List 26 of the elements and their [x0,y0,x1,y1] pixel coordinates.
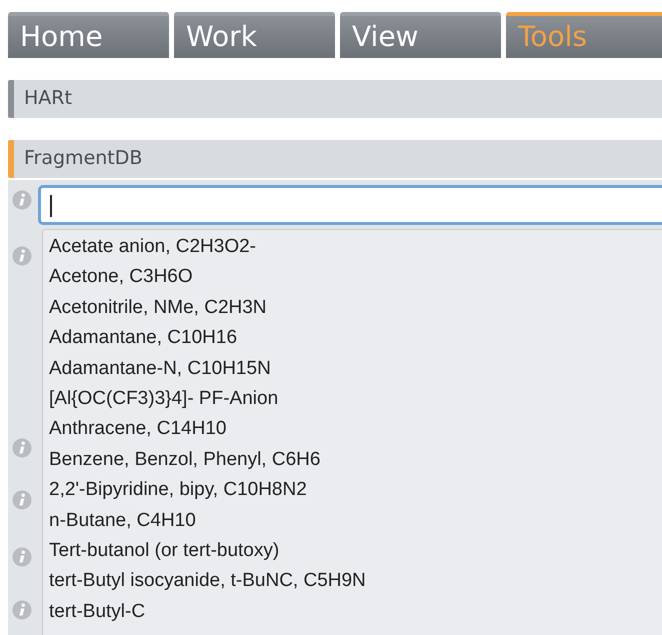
dropdown-item[interactable]: Acetone, C3H6O [49,262,662,293]
search-field[interactable] [38,185,662,225]
info-icon[interactable] [12,190,32,210]
section-header[interactable]: FragmentDB [8,140,662,178]
info-icon[interactable] [12,490,32,510]
info-icon[interactable] [12,246,32,266]
text-cursor [50,195,52,217]
info-icon[interactable] [12,547,32,567]
dropdown-item[interactable]: [Al{OC(CF3)3}4]- PF-Anion [49,384,662,414]
dropdown-item[interactable]: tert-Butyl-C [49,596,662,628]
section-header[interactable]: HARt [8,80,662,118]
menu-tab[interactable]: Work [174,12,335,58]
dropdown-item[interactable]: n-Butane, C4H10 [49,506,662,536]
dropdown-item[interactable]: Acetate anion, C2H3O2- [49,232,662,262]
dropdown-item[interactable]: Adamantane-N, C10H15N [49,354,662,384]
dropdown-item[interactable]: tert-Butyl isocyanide, t-BuNC, C5H9N [49,566,662,597]
dropdown-item[interactable]: Adamantane, C10H16 [49,323,662,354]
dropdown-item[interactable]: Benzene, Benzol, Phenyl, C6H6 [49,444,662,476]
dropdown-item[interactable]: 2,2'-Bipyridine, bipy, C10H8N2 [49,475,662,506]
dropdown-item[interactable]: Anthracene, C14H10 [49,414,662,445]
info-icon[interactable] [12,600,32,620]
dropdown-item[interactable]: Tert-butanol (or tert-butoxy) [49,536,662,566]
menu-tab[interactable]: View [340,12,501,58]
menu-tab[interactable]: Home [8,12,169,58]
dropdown-item[interactable]: Acetonitrile, NMe, C2H3N [49,292,662,324]
info-icon[interactable] [12,438,32,458]
